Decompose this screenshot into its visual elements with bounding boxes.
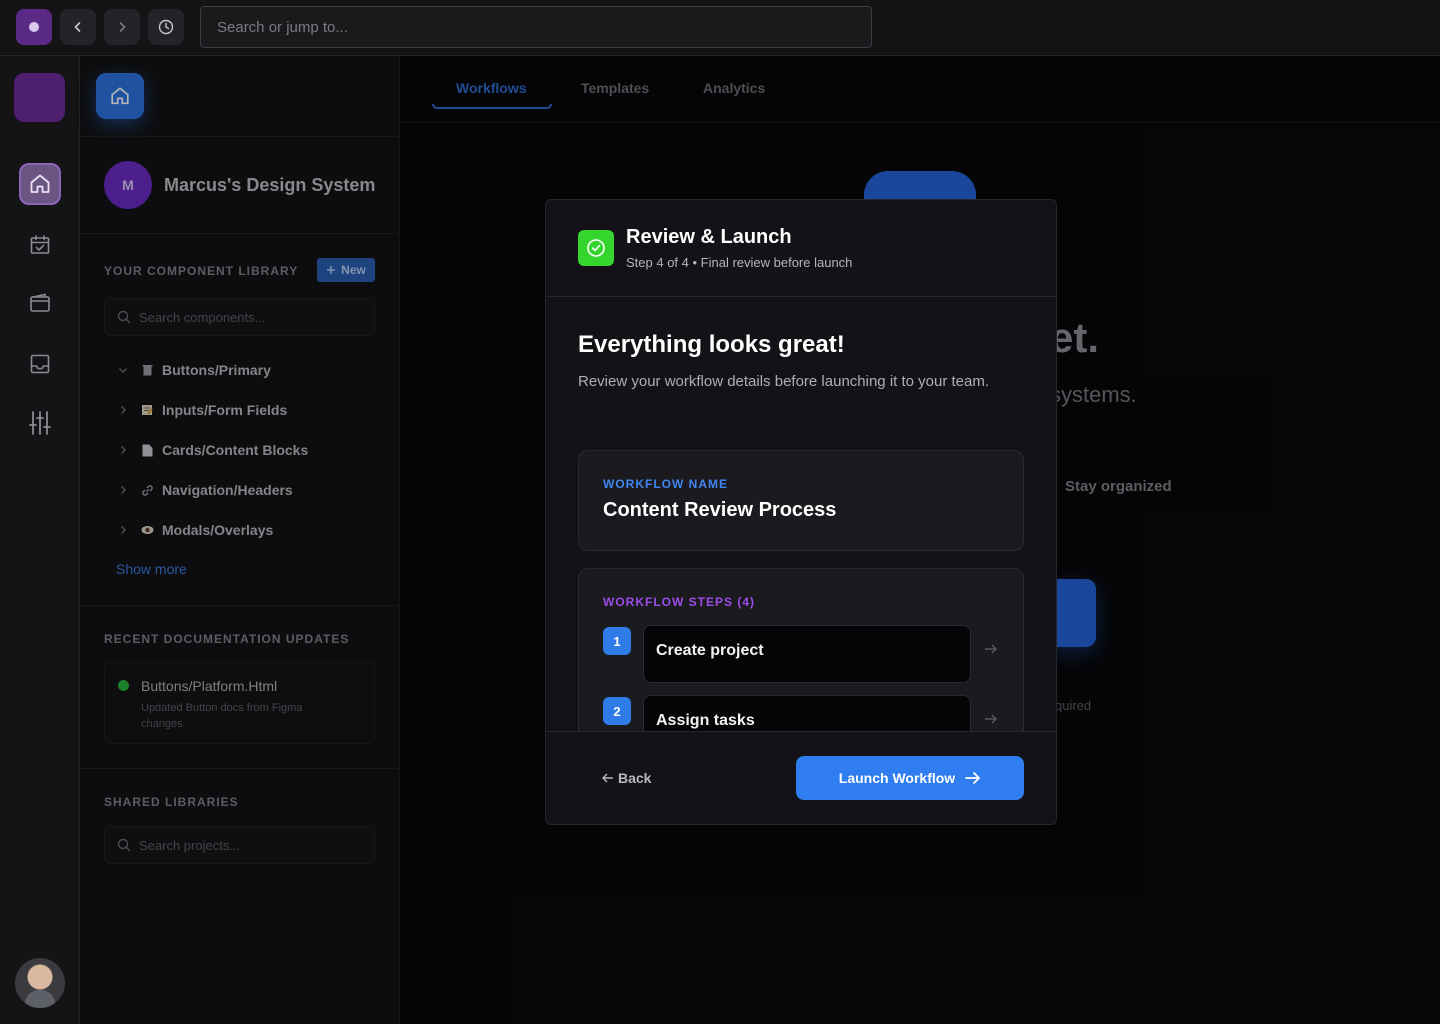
modal-subtitle: Step 4 of 4 • Final review before launch: [626, 255, 853, 270]
modal-footer: Back Launch Workflow: [546, 731, 1056, 824]
rail-calendar-button[interactable]: [19, 224, 61, 266]
arrow-right-icon: [983, 711, 999, 727]
workflow-steps-label: WORKFLOW STEPS (4): [603, 595, 755, 609]
inbox-icon: [30, 354, 50, 374]
chevron-left-icon: [74, 22, 81, 32]
wallet-icon: [30, 293, 50, 312]
modal-description: Review your workflow details before laun…: [578, 373, 990, 390]
home-icon: [30, 174, 50, 193]
launch-workflow-button[interactable]: Launch Workflow: [796, 756, 1024, 800]
workspace-logo[interactable]: [14, 73, 65, 122]
sliders-icon: [29, 411, 51, 435]
check-circle-icon: [578, 230, 614, 266]
user-avatar[interactable]: [15, 958, 65, 1008]
arrow-right-icon: [983, 641, 999, 657]
modal-heading: Everything looks great!: [578, 331, 845, 358]
rail-wallet-button[interactable]: [19, 282, 61, 324]
step-number-badge: 1: [603, 627, 631, 655]
history-button[interactable]: [148, 9, 184, 45]
workflow-name-value: Content Review Process: [603, 499, 837, 521]
back-nav-button[interactable]: [60, 9, 96, 45]
modal-title: Review & Launch: [626, 226, 792, 248]
global-search-input[interactable]: Search or jump to...: [200, 6, 872, 48]
step-number-badge: 2: [603, 697, 631, 725]
arrow-left-icon: [602, 773, 613, 783]
rail-home-button[interactable]: [19, 163, 61, 205]
arrow-right-icon: [965, 772, 981, 784]
workflow-name-label: WORKFLOW NAME: [603, 477, 728, 491]
rail-inbox-button[interactable]: [19, 343, 61, 385]
rail-settings-button[interactable]: [19, 402, 61, 444]
app-menu-button[interactable]: [16, 9, 52, 45]
review-launch-modal: Review & Launch Step 4 of 4 • Final revi…: [545, 199, 1057, 825]
back-button-label: Back: [618, 770, 652, 786]
modal-header: Review & Launch Step 4 of 4 • Final revi…: [546, 200, 1056, 297]
forward-nav-button[interactable]: [104, 9, 140, 45]
top-bar: Search or jump to...: [0, 0, 1440, 56]
workflow-name-card: WORKFLOW NAME Content Review Process: [578, 450, 1024, 551]
step-item[interactable]: Create project: [643, 625, 971, 683]
back-button[interactable]: Back: [602, 770, 651, 786]
chevron-right-icon: [119, 22, 126, 32]
icon-rail: [0, 56, 80, 1024]
clock-icon: [158, 19, 174, 35]
calendar-check-icon: [30, 235, 50, 254]
app-dot-icon: [29, 22, 39, 32]
launch-button-label: Launch Workflow: [838, 770, 956, 786]
